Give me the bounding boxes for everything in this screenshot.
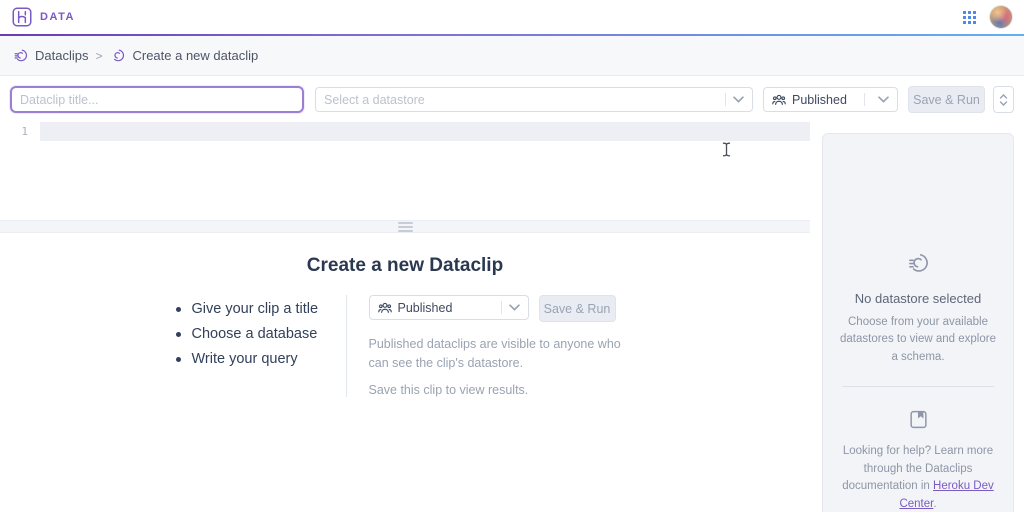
- toolbar: Select a datastore Published: [0, 78, 1024, 122]
- visibility-help-text: Published dataclips are visible to anyon…: [368, 337, 621, 371]
- visibility-select[interactable]: Published: [763, 87, 898, 112]
- page-title: Create a new Dataclip: [306, 255, 504, 276]
- steps-list: Give your clip a title Choose a database…: [175, 295, 328, 397]
- no-datastore-title: No datastore selected: [854, 291, 982, 306]
- breadcrumb-label: Dataclips: [35, 48, 89, 63]
- line-number: 1: [21, 125, 28, 138]
- select-divider: [864, 93, 865, 106]
- editor-gutter: 1: [0, 122, 40, 220]
- help-text: Looking for help? Learn more through the…: [832, 443, 1004, 514]
- column-divider: [345, 295, 347, 397]
- audience-users-icon: [377, 301, 392, 314]
- visibility-select[interactable]: Published: [368, 295, 529, 320]
- breadcrumb-separator: >: [95, 48, 103, 63]
- apps-grid-icon[interactable]: [963, 10, 976, 24]
- bullet-icon: [175, 306, 181, 312]
- dataclip-title-input[interactable]: [10, 86, 304, 113]
- no-datastore-text: Choose from your available datastores to…: [840, 316, 996, 363]
- select-divider: [725, 93, 726, 106]
- pane-splitter[interactable]: [0, 220, 810, 233]
- datastore-select[interactable]: Select a datastore: [315, 87, 753, 112]
- sidebar-divider: [842, 385, 994, 387]
- empty-state: Create a new Dataclip Give your clip a t…: [0, 233, 810, 512]
- dataclip-icon: [109, 47, 126, 64]
- step-label: Choose a database: [191, 326, 318, 342]
- drag-handle-icon: [397, 221, 413, 232]
- bullet-icon: [175, 331, 181, 337]
- save-help-text: Save this clip to view results.: [368, 382, 529, 397]
- app-header: DATA: [0, 0, 1024, 34]
- empty-state-form: Published Save & Run Published dataclips…: [368, 295, 635, 397]
- breadcrumb-item-current: Create a new dataclip: [109, 47, 258, 64]
- visibility-value: Published: [792, 92, 847, 107]
- breadcrumb-label: Create a new dataclip: [132, 48, 259, 63]
- sql-editor[interactable]: 1: [0, 122, 810, 220]
- collapse-expand-toggle[interactable]: [993, 86, 1014, 113]
- heroku-logo-icon: [12, 7, 32, 27]
- bullet-icon: [175, 356, 181, 362]
- datastore-placeholder: Select a datastore: [324, 92, 425, 107]
- step-label: Write your query: [191, 351, 298, 367]
- page: DATA Dataclips > Create a new dataclip D…: [0, 0, 1024, 512]
- breadcrumb-item-dataclips[interactable]: Dataclips: [12, 47, 88, 64]
- chevron-down-icon: [878, 96, 889, 103]
- breadcrumb: Dataclips > Create a new dataclip: [0, 36, 1024, 76]
- chevron-down-icon: [733, 96, 744, 103]
- visibility-value: Published: [397, 300, 453, 315]
- editor-active-line: [40, 122, 810, 141]
- header-right: [963, 6, 1012, 28]
- audience-users-icon: [772, 93, 786, 106]
- brand-label: DATA: [40, 11, 75, 23]
- save-run-button[interactable]: Save & Run: [538, 295, 616, 322]
- avatar[interactable]: [990, 6, 1012, 28]
- dataclip-icon: [905, 250, 931, 276]
- select-divider: [500, 301, 502, 314]
- schema-sidebar: No datastore selected Choose from your a…: [822, 133, 1014, 512]
- save-run-button[interactable]: Save & Run: [908, 86, 985, 113]
- chevron-down-icon: [508, 304, 520, 311]
- help-text-suffix: .: [933, 498, 937, 511]
- brand[interactable]: DATA: [12, 7, 75, 27]
- list-item: Choose a database: [175, 326, 328, 342]
- step-label: Give your clip a title: [191, 301, 319, 317]
- text-cursor-icon: [722, 142, 731, 162]
- list-item: Write your query: [175, 351, 328, 367]
- documentation-book-icon: [908, 409, 929, 430]
- list-item: Give your clip a title: [175, 301, 328, 317]
- dataclip-icon: [12, 47, 29, 64]
